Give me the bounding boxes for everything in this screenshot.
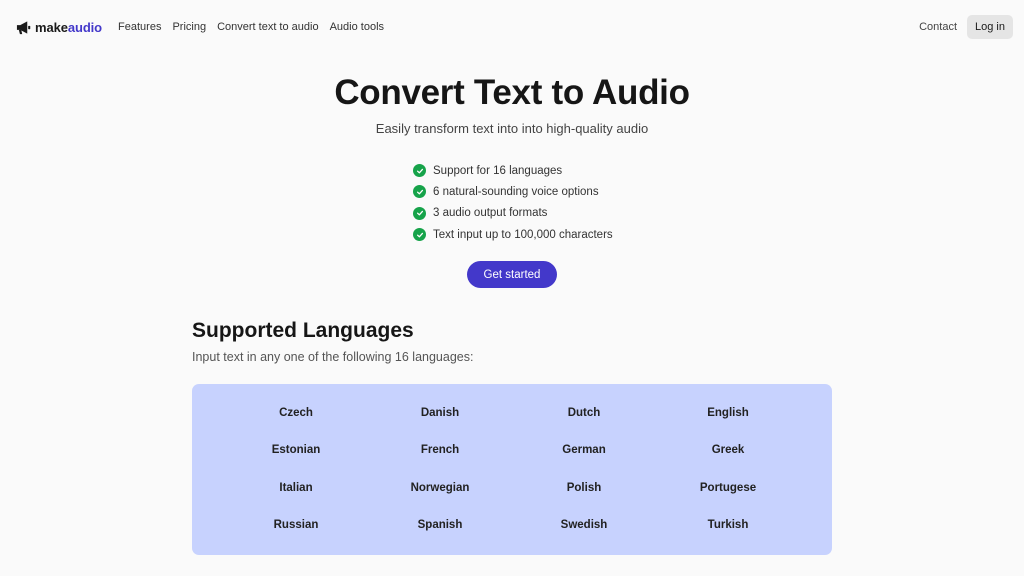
feature-text: 6 natural-sounding voice options bbox=[433, 186, 599, 198]
language-item: Norwegian bbox=[411, 482, 470, 494]
logo-text-accent: audio bbox=[68, 20, 102, 35]
logo-link[interactable]: makeaudio bbox=[16, 20, 102, 35]
languages-grid: Czech Danish Dutch English Estonian Fren… bbox=[192, 384, 832, 555]
language-item: German bbox=[562, 444, 605, 456]
language-item: Portugese bbox=[700, 482, 756, 494]
language-item: Russian bbox=[274, 519, 319, 531]
languages-subtitle: Input text in any one of the following 1… bbox=[192, 350, 473, 364]
language-item: Swedish bbox=[561, 519, 608, 531]
contact-link[interactable]: Contact bbox=[919, 21, 957, 33]
language-item: Polish bbox=[567, 482, 602, 494]
check-circle-icon bbox=[413, 207, 426, 220]
site-header: makeaudio Features Pricing Convert text … bbox=[0, 0, 1024, 54]
check-circle-icon bbox=[413, 185, 426, 198]
languages-title: Supported Languages bbox=[192, 319, 414, 343]
feature-text: 3 audio output formats bbox=[433, 207, 547, 219]
language-item: Danish bbox=[421, 407, 459, 419]
check-circle-icon bbox=[413, 164, 426, 177]
feature-item: 6 natural-sounding voice options bbox=[413, 181, 613, 202]
hero-subtitle: Easily transform text into into high-qua… bbox=[0, 121, 1024, 136]
logo-text: makeaudio bbox=[35, 20, 102, 35]
feature-list: Support for 16 languages 6 natural-sound… bbox=[413, 160, 613, 245]
check-circle-icon bbox=[413, 228, 426, 241]
language-item: Dutch bbox=[568, 407, 601, 419]
login-button[interactable]: Log in bbox=[967, 15, 1013, 39]
feature-text: Support for 16 languages bbox=[433, 165, 562, 177]
megaphone-icon bbox=[16, 20, 31, 35]
get-started-button[interactable]: Get started bbox=[467, 261, 557, 288]
nav-pricing[interactable]: Pricing bbox=[172, 21, 206, 33]
nav-audio-tools[interactable]: Audio tools bbox=[330, 21, 384, 33]
language-item: Estonian bbox=[272, 444, 321, 456]
language-item: Czech bbox=[279, 407, 313, 419]
nav-convert-text-to-audio[interactable]: Convert text to audio bbox=[217, 21, 319, 33]
feature-text: Text input up to 100,000 characters bbox=[433, 229, 613, 241]
feature-item: Support for 16 languages bbox=[413, 160, 613, 181]
language-item: Italian bbox=[279, 482, 312, 494]
language-item: French bbox=[421, 444, 459, 456]
main-nav: Features Pricing Convert text to audio A… bbox=[118, 21, 384, 33]
language-item: Greek bbox=[712, 444, 745, 456]
language-item: Spanish bbox=[418, 519, 463, 531]
feature-item: Text input up to 100,000 characters bbox=[413, 224, 613, 245]
language-item: English bbox=[707, 407, 749, 419]
language-item: Turkish bbox=[708, 519, 749, 531]
header-actions: Contact Log in bbox=[919, 15, 1013, 39]
nav-features[interactable]: Features bbox=[118, 21, 161, 33]
feature-item: 3 audio output formats bbox=[413, 203, 613, 224]
logo-text-prefix: make bbox=[35, 20, 68, 35]
hero-title: Convert Text to Audio bbox=[0, 73, 1024, 113]
